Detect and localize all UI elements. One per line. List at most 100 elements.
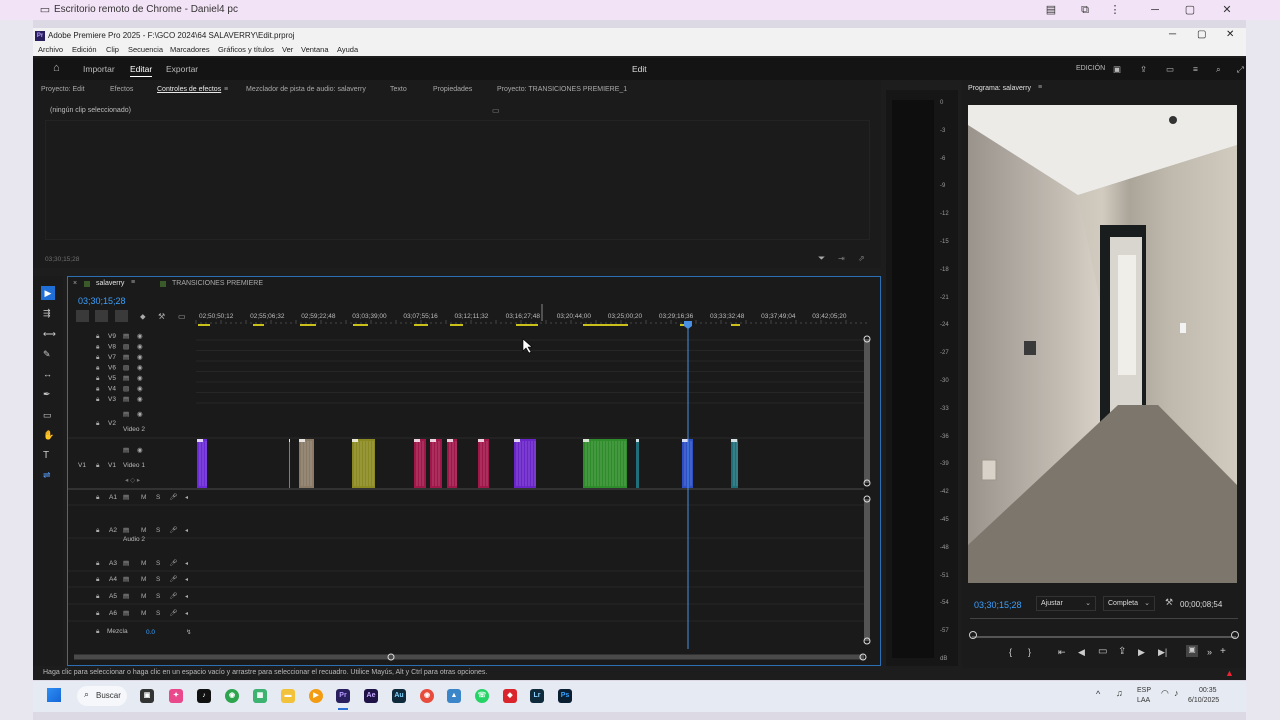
video-clip[interactable]	[289, 439, 290, 488]
eye-icon[interactable]: ◉	[137, 333, 143, 340]
lightroom-icon[interactable]: Lr	[530, 689, 544, 703]
video-clip[interactable]	[197, 439, 207, 488]
chrome-icon[interactable]: ◉	[225, 689, 239, 703]
sync-icon[interactable]: ▤	[123, 411, 129, 418]
track-name[interactable]: A6	[109, 610, 117, 617]
taskbar-search[interactable]: ⌕ Buscar	[77, 686, 127, 706]
mic-icon[interactable]: 🎤︎	[169, 592, 177, 600]
minimize-icon[interactable]: ─	[1148, 3, 1162, 17]
lock-icon[interactable]: 🔒︎	[96, 527, 100, 534]
tab-text[interactable]: Texto	[390, 86, 407, 93]
menu-ventana[interactable]: Ventana	[301, 45, 329, 54]
windows-start-icon[interactable]	[47, 688, 61, 702]
menu-ayuda[interactable]: Ayuda	[337, 45, 358, 54]
file-explorer-icon[interactable]: ▬	[281, 689, 295, 703]
chrome-profile-icon[interactable]: ◉	[420, 689, 434, 703]
lift-icon[interactable]: ▭	[1098, 646, 1107, 657]
app-grid-icon[interactable]: ▦	[253, 689, 267, 703]
lock-icon[interactable]: 🔒︎	[96, 610, 100, 617]
marker-icon[interactable]: ⬥	[140, 312, 146, 321]
lock-icon[interactable]: 🔒︎	[96, 354, 100, 361]
sync-icon[interactable]: ▤	[123, 365, 129, 372]
settings-wrench-icon[interactable]: ⚒	[1165, 597, 1173, 608]
track-name[interactable]: A1	[109, 494, 117, 501]
solo-button[interactable]: S	[156, 560, 161, 567]
sync-icon[interactable]: ▤	[123, 593, 129, 600]
menu-secuencia[interactable]: Secuencia	[128, 45, 163, 54]
tab-project-edit[interactable]: Proyecto: Edit	[41, 86, 85, 93]
expand-panel-icon[interactable]: ▭	[492, 106, 500, 115]
lock-icon[interactable]: 🔒︎	[96, 593, 100, 600]
menu-ver[interactable]: Ver	[282, 45, 293, 54]
quick-export-icon[interactable]: ▭	[1166, 64, 1174, 75]
track-name[interactable]: V3	[108, 396, 116, 403]
mute-button[interactable]: M	[141, 610, 146, 617]
lock-icon[interactable]: 🔒︎	[96, 560, 100, 567]
lock-icon[interactable]: 🔒︎	[96, 396, 100, 403]
maximize-icon[interactable]: ▢	[1183, 3, 1197, 17]
program-timecode[interactable]: 03;30;15;28	[974, 600, 1022, 610]
eye-icon[interactable]: ◉	[137, 386, 143, 393]
lock-icon[interactable]: 🔒︎	[96, 365, 100, 372]
audio-chevron-icon[interactable]: ◂	[185, 594, 188, 600]
wrench-icon[interactable]: ⚒	[158, 312, 165, 321]
clipboard-icon[interactable]: ▤	[1044, 3, 1058, 17]
quality-dropdown[interactable]: Completa ⌄	[1103, 596, 1155, 611]
sync-icon[interactable]: ▤	[123, 396, 129, 403]
track-name[interactable]: V4	[108, 386, 116, 393]
mix-value[interactable]: 0.0	[146, 629, 155, 636]
menu-edicion[interactable]: Edición	[72, 45, 97, 54]
program-ruler[interactable]	[970, 618, 1238, 619]
video-clip[interactable]	[478, 439, 489, 488]
solo-button[interactable]: S	[156, 593, 161, 600]
tab-project-transitions[interactable]: Proyecto: TRANSICIONES PREMIERE_1	[497, 86, 627, 93]
source-patch-v1[interactable]: V1	[78, 462, 86, 469]
mute-button[interactable]: M	[141, 593, 146, 600]
audio-chevron-icon[interactable]: ◂	[185, 495, 188, 501]
video-clip[interactable]	[636, 439, 639, 488]
lock-icon[interactable]: 🔒︎	[96, 344, 100, 351]
eye-icon[interactable]: ◉	[137, 447, 143, 454]
mute-button[interactable]: M	[141, 576, 146, 583]
tab-properties[interactable]: Propiedades	[433, 86, 472, 93]
step-back-icon[interactable]: ◀	[1078, 647, 1085, 658]
play-icon[interactable]: ▶	[1138, 647, 1145, 658]
track-name[interactable]: A4	[109, 576, 117, 583]
after-effects-icon[interactable]: Ae	[364, 689, 378, 703]
audio-chevron-icon[interactable]: ◂	[185, 577, 188, 583]
program-menu-icon[interactable]: ≡	[1038, 84, 1042, 91]
lock-icon[interactable]: 🔒︎	[96, 333, 100, 340]
sync-icon[interactable]: ▤	[123, 354, 129, 361]
volume-icon[interactable]: ♪	[1174, 688, 1179, 698]
tab-effects[interactable]: Efectos	[110, 86, 133, 93]
wifi-icon[interactable]: ◠	[1161, 688, 1169, 699]
sync-icon[interactable]: ▤	[123, 610, 129, 617]
video-clip[interactable]	[447, 439, 457, 488]
track-name[interactable]: A2	[109, 527, 117, 534]
track-name[interactable]: V6	[108, 365, 116, 372]
task-view-icon[interactable]: ▣	[140, 689, 154, 703]
menu-clip[interactable]: Clip	[106, 45, 119, 54]
close-icon[interactable]: ✕	[1220, 3, 1234, 17]
selection-tool-icon[interactable]: ▶	[41, 286, 55, 300]
clock-time[interactable]: 00:35	[1199, 687, 1217, 694]
razor-tool-icon[interactable]: ✎	[43, 349, 51, 360]
audio-chevron-icon[interactable]: ◂	[185, 561, 188, 567]
scroll-handle-left[interactable]	[969, 631, 977, 639]
clock-date[interactable]: 6/10/2025	[1188, 697, 1219, 704]
step-forward-icon[interactable]: ▶|	[1158, 647, 1167, 658]
media-player-icon[interactable]: ▶	[309, 689, 323, 703]
export-frame-icon[interactable]: ⇗	[858, 254, 865, 263]
panels-icon[interactable]: ▣	[1113, 64, 1121, 75]
tab-menu-icon[interactable]: ≡	[224, 86, 228, 93]
photoshop-icon[interactable]: Ps	[558, 689, 572, 703]
extract-icon[interactable]: ⇪	[1118, 646, 1126, 657]
mic-icon[interactable]: 🎤︎	[169, 609, 177, 617]
video-clip[interactable]	[583, 439, 627, 488]
lock-icon[interactable]: 🔒︎	[96, 462, 100, 469]
track-name[interactable]: V9	[108, 333, 116, 340]
ripple-edit-tool-icon[interactable]: ⟷	[43, 329, 56, 340]
sync-icon[interactable]: ▤	[123, 447, 129, 454]
generative-tool-icon[interactable]: ⇌	[43, 470, 51, 481]
lang-region[interactable]: LAA	[1137, 697, 1150, 704]
